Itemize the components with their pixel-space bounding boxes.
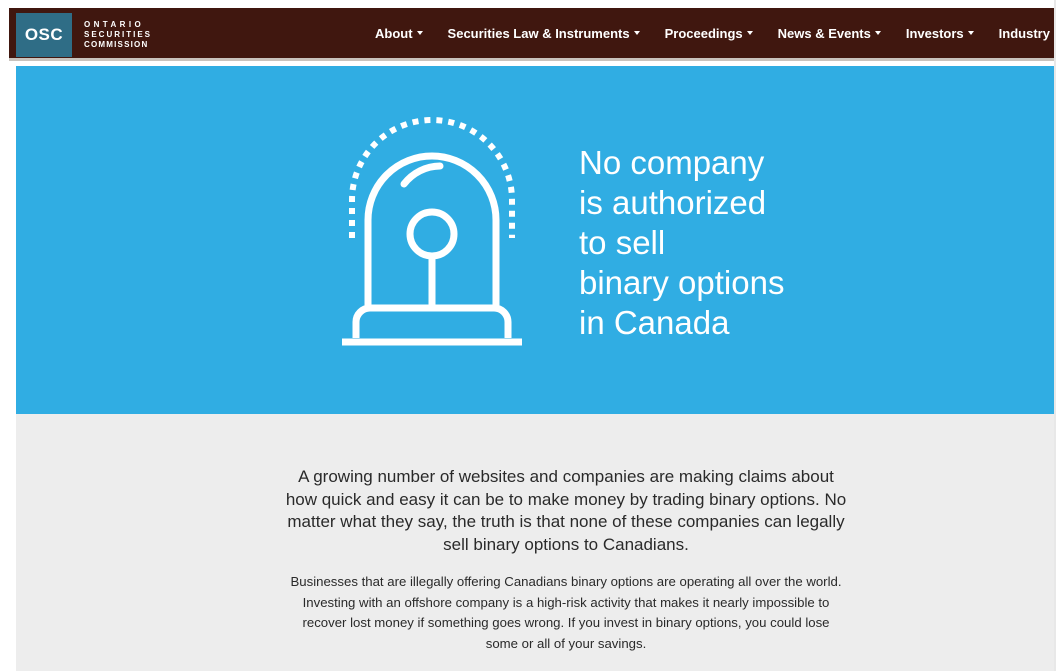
hero-title-line: binary options bbox=[579, 264, 785, 301]
logo-word-ontario: ONTARIO bbox=[84, 20, 145, 29]
lead-line: how quick and easy it can be to make mon… bbox=[285, 489, 847, 509]
body-line: recover lost money if something goes wro… bbox=[302, 615, 830, 630]
nav-item-news-events[interactable]: News & Events bbox=[778, 26, 881, 41]
logo-wordmark: ONTARIO SECURITIES COMMISSION bbox=[84, 20, 152, 50]
hero-title-line: No company bbox=[579, 144, 765, 181]
nav-item-label: About bbox=[375, 25, 413, 41]
alarm-light-icon bbox=[342, 117, 522, 346]
nav-item-industry[interactable]: Industry bbox=[999, 26, 1056, 41]
lead-paragraph: A growing number of websites and compani… bbox=[16, 466, 1056, 556]
intro-section: A growing number of websites and compani… bbox=[16, 414, 1056, 671]
body-line: Investing with an offshore company is a … bbox=[302, 594, 830, 610]
nav-item-label: Investors bbox=[905, 25, 964, 41]
logo-word-commission: COMMISSION bbox=[84, 40, 149, 49]
page: OSC ONTARIO SECURITIES COMMISSION About … bbox=[0, 0, 1056, 671]
body-line: some or all of your savings. bbox=[485, 635, 647, 651]
nav-item-label: Proceedings bbox=[664, 25, 743, 41]
nav-item-label: News & Events bbox=[777, 25, 871, 41]
hero-title-line: is authorized bbox=[579, 184, 767, 221]
lead-line: matter what they say, the truth is that … bbox=[287, 512, 845, 531]
nav-item-label: Securities Law & Instruments bbox=[447, 25, 630, 41]
osc-logo[interactable]: OSC ONTARIO SECURITIES COMMISSION bbox=[16, 13, 152, 57]
caret-down-icon bbox=[746, 31, 753, 35]
top-navigation-bar: OSC ONTARIO SECURITIES COMMISSION About … bbox=[9, 8, 1056, 61]
nav-item-about[interactable]: About bbox=[375, 26, 423, 41]
caret-down-icon bbox=[416, 31, 423, 35]
main-menu: About Securities Law & Instruments Proce… bbox=[375, 8, 1056, 58]
hero-title-line: to sell bbox=[579, 224, 666, 261]
logo-word-securities: SECURITIES bbox=[84, 30, 153, 39]
logo-abbreviation: OSC bbox=[16, 13, 72, 57]
lead-line: sell binary options to Canadians. bbox=[443, 534, 689, 554]
hero-banner: No company is authorized to sell binary … bbox=[16, 66, 1056, 414]
nav-item-label: Industry bbox=[998, 25, 1050, 41]
lead-line: A growing number of websites and compani… bbox=[298, 467, 834, 486]
caret-down-icon bbox=[967, 31, 974, 35]
body-line: Businesses that are illegally offering C… bbox=[290, 574, 842, 589]
hero-title: No company is authorized to sell binary … bbox=[579, 143, 909, 343]
body-paragraph: Businesses that are illegally offering C… bbox=[16, 572, 1056, 654]
hero-title-line: in Canada bbox=[579, 304, 730, 341]
caret-down-icon bbox=[874, 31, 881, 35]
caret-down-icon bbox=[633, 31, 640, 35]
nav-item-investors[interactable]: Investors bbox=[906, 26, 974, 41]
nav-item-securities-law[interactable]: Securities Law & Instruments bbox=[448, 26, 640, 41]
nav-item-proceedings[interactable]: Proceedings bbox=[665, 26, 753, 41]
